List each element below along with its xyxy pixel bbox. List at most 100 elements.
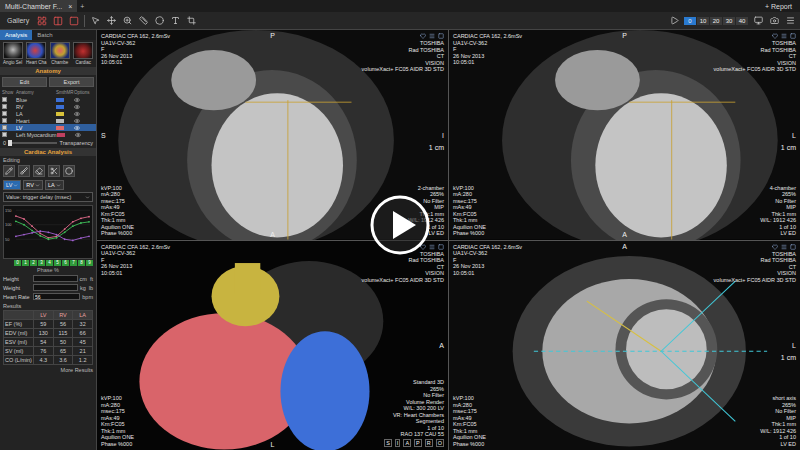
anatomy-row[interactable]: Left Myocardium [0,131,96,138]
results-cell: 130 [34,329,54,338]
anatomy-button[interactable]: Export [49,77,94,87]
orientation-button[interactable]: A [403,439,411,448]
play-icon[interactable] [370,195,430,255]
orientation-button[interactable]: I [395,439,401,448]
show-checkbox[interactable] [2,104,7,109]
orientation-button[interactable]: O [436,439,444,448]
protocol-thumbnail[interactable]: Chambe [49,42,71,65]
edit-tool-icon[interactable] [63,165,75,177]
maximize-icon[interactable] [790,244,796,250]
orientation-button[interactable]: S [384,439,392,448]
eye-icon[interactable] [74,104,80,110]
edit-tool-icon[interactable] [33,165,45,177]
chamber-select[interactable]: RV [23,180,43,190]
report-button[interactable]: + Report [757,0,800,12]
monitor-icon[interactable] [752,15,764,27]
document-tab[interactable]: Multi-Chamber F...× [0,0,77,12]
frame-rate-button[interactable]: 10 [697,17,709,25]
phase-box[interactable]: 1 [22,260,29,266]
menu-icon[interactable] [429,33,435,39]
frame-rate-button[interactable]: 0 [684,17,696,25]
play-button[interactable] [370,195,430,255]
anatomy-row[interactable]: Heart [0,117,96,124]
chamber-select[interactable]: LA [45,180,64,190]
tool-icon[interactable] [137,15,149,27]
maximize-icon[interactable] [438,244,444,250]
phase-box[interactable]: 0 [14,260,21,266]
frame-rate-button[interactable]: 40 [736,17,748,25]
show-checkbox[interactable] [2,111,7,116]
measure-input[interactable] [33,293,80,300]
eye-icon[interactable] [74,97,80,103]
maximize-icon[interactable] [790,33,796,39]
anatomy-row[interactable]: LA [0,110,96,117]
menu-icon[interactable] [781,244,787,250]
add-tab-button[interactable]: + [77,0,87,12]
gallery-button[interactable]: Gallery [4,16,32,25]
eye-icon[interactable] [74,125,80,131]
eye-icon[interactable] [74,111,80,117]
transparency-slider[interactable] [9,142,57,144]
phase-box[interactable]: 6 [62,260,69,266]
value-dropdown[interactable]: Value: trigger delay (msec) [3,192,93,202]
measure-input[interactable] [33,284,78,291]
eye-icon[interactable] [74,118,80,124]
anatomy-row[interactable]: RV [0,103,96,110]
edit-tool-icon[interactable] [18,165,30,177]
edit-tool-icon[interactable] [48,165,60,177]
camera-icon[interactable] [768,15,780,27]
phase-box[interactable]: 4 [46,260,53,266]
anatomy-row[interactable]: Blue [0,96,96,103]
show-checkbox[interactable] [2,132,7,137]
orientation-button[interactable]: P [414,439,422,448]
show-checkbox[interactable] [2,118,7,123]
tool-icon[interactable] [153,15,165,27]
protocol-thumbnail[interactable]: Cardiac [73,42,95,65]
tool-icon[interactable] [89,15,101,27]
phase-box[interactable]: 5 [54,260,61,266]
menu-icon[interactable] [429,244,435,250]
protocol-thumbnail[interactable]: Heart Cha [26,42,48,65]
play-icon[interactable] [668,15,680,27]
tool-icon[interactable] [121,15,133,27]
heart-icon[interactable] [772,244,778,250]
tool-icon[interactable] [185,15,197,27]
panel-tab[interactable]: Analysis [0,30,32,40]
close-tab-button[interactable]: × [68,3,72,10]
eye-icon[interactable] [75,132,81,138]
viewport[interactable]: CARDIAC CFA 162, 2.6mSvUA1V-CV-362F26 No… [449,241,800,450]
viewport[interactable]: CARDIAC CFA 162, 2.6mSvUA1V-CV-362F26 No… [449,30,800,240]
heart-icon[interactable] [772,33,778,39]
section-header: Cardiac Analysis [0,148,96,156]
frame-rate-button[interactable]: 30 [723,17,735,25]
viewport[interactable]: CARDIAC CFA 162, 2.6mSvUA1V-CV-362F26 No… [97,241,448,450]
frame-rate-button[interactable]: 20 [710,17,722,25]
tool-icon[interactable] [169,15,181,27]
phase-box[interactable]: 3 [38,260,45,266]
results-column: LV [34,311,54,320]
menu-icon[interactable] [784,15,796,27]
orientation-marker: L [271,441,275,448]
edit-tool-icon[interactable] [3,165,15,177]
two-column-layout-icon[interactable] [52,15,64,27]
anatomy-button[interactable]: Edit [2,77,47,87]
grid-layout-icon[interactable] [36,15,48,27]
show-checkbox[interactable] [2,97,7,102]
measure-input[interactable] [33,275,78,282]
phase-box[interactable]: 2 [30,260,37,266]
orientation-button[interactable]: R [425,439,433,448]
phase-box[interactable]: 9 [86,260,93,266]
panel-tab[interactable]: Batch [32,30,57,40]
anatomy-row[interactable]: LV [0,124,96,131]
menu-icon[interactable] [781,33,787,39]
phase-box[interactable]: 8 [78,260,85,266]
heart-icon[interactable] [420,33,426,39]
single-layout-icon[interactable] [68,15,80,27]
chamber-select[interactable]: LV [3,180,21,190]
phase-box[interactable]: 7 [70,260,77,266]
more-results-link[interactable]: More Results [0,365,96,375]
maximize-icon[interactable] [438,33,444,39]
protocol-thumbnail[interactable]: Angio Sel [2,42,24,65]
tool-icon[interactable] [105,15,117,27]
show-checkbox[interactable] [2,125,7,130]
